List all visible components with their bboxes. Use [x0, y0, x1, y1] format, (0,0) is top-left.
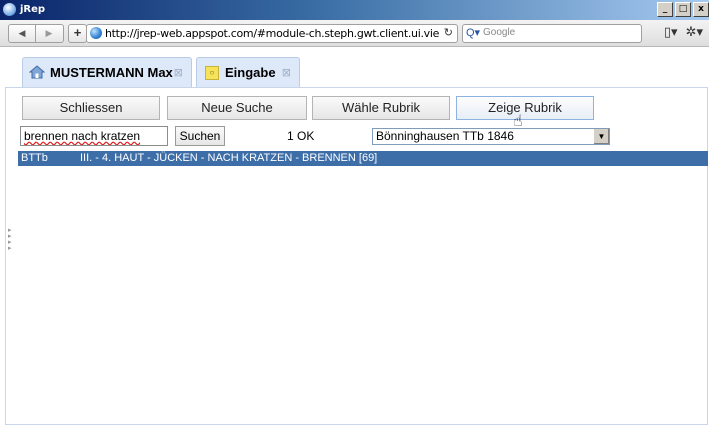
- source-select-value: Bönninghausen TTb 1846: [376, 129, 514, 143]
- gear-icon[interactable]: ✲▾: [686, 24, 703, 39]
- search-engine-icon[interactable]: Q▾: [466, 26, 480, 39]
- neue-suche-button[interactable]: Neue Suche: [167, 96, 307, 120]
- tab-close-icon[interactable]: ⊠: [174, 58, 183, 88]
- app-tab-bar: MUSTERMANN Max ⊠ ○ Eingabe ⊠: [0, 47, 709, 87]
- toolbar-right-buttons: ▯▾ ✲▾: [656, 24, 703, 40]
- add-bookmark-button[interactable]: +: [68, 24, 87, 43]
- browser-search-input[interactable]: Q▾ Google: [462, 24, 642, 43]
- minimize-button[interactable]: _: [657, 2, 673, 17]
- forward-arrow-icon: ▶: [45, 28, 53, 38]
- result-code: BTTb: [21, 152, 48, 164]
- result-row[interactable]: BTTb III. - 4. HAUT - JÜCKEN - NACH KRAT…: [18, 151, 708, 166]
- forward-button[interactable]: ▶: [36, 25, 62, 42]
- source-select[interactable]: Bönninghausen TTb 1846 ▼: [372, 128, 610, 145]
- chevron-down-icon[interactable]: ▼: [593, 129, 609, 144]
- waehle-rubrik-button[interactable]: Wähle Rubrik: [312, 96, 450, 120]
- tab-close-icon[interactable]: ⊠: [282, 58, 291, 88]
- result-rubrik: III. - 4. HAUT - JÜCKEN - NACH KRATZEN -…: [80, 152, 378, 164]
- globe-icon: [90, 27, 102, 39]
- nav-buttons: ◀ ▶: [8, 24, 64, 43]
- page-menu-icon[interactable]: ▯▾: [664, 24, 678, 39]
- window-title-bar: jRep _ □ x: [0, 0, 709, 20]
- zeige-rubrik-button[interactable]: Zeige Rubrik: [456, 96, 594, 120]
- window-controls: _ □ x: [655, 2, 709, 18]
- window-title: jRep: [20, 4, 46, 15]
- app-icon: [3, 3, 16, 16]
- search-placeholder: Google: [483, 27, 516, 38]
- tab-eingabe-label: Eingabe: [225, 65, 276, 80]
- browser-toolbar: ◀ ▶ + http://jrep-web.appspot.com/#modul…: [0, 20, 709, 47]
- document-icon: ○: [205, 66, 219, 80]
- back-button[interactable]: ◀: [9, 25, 36, 42]
- suchen-button[interactable]: Suchen: [175, 126, 225, 146]
- search-input-value: brennen nach kratzen: [24, 129, 141, 143]
- search-status: 1 OK: [287, 129, 315, 143]
- search-input[interactable]: brennen nach kratzen: [20, 126, 168, 146]
- home-icon: [29, 65, 45, 79]
- back-arrow-icon: ◀: [18, 28, 26, 38]
- tab-patient[interactable]: MUSTERMANN Max ⊠: [22, 57, 192, 87]
- splitter-handle[interactable]: ▸ ▸ ▸ ▸: [8, 227, 12, 252]
- tab-patient-label: MUSTERMANN Max: [50, 65, 173, 80]
- maximize-button[interactable]: □: [675, 2, 691, 17]
- address-bar[interactable]: http://jrep-web.appspot.com/#module-ch.s…: [86, 24, 458, 43]
- tab-eingabe[interactable]: ○ Eingabe ⊠: [196, 57, 300, 87]
- close-button[interactable]: x: [693, 2, 709, 17]
- url-text[interactable]: http://jrep-web.appspot.com/#module-ch.s…: [105, 27, 439, 40]
- reload-icon[interactable]: ↻: [444, 26, 453, 39]
- schliessen-button[interactable]: Schliessen: [22, 96, 160, 120]
